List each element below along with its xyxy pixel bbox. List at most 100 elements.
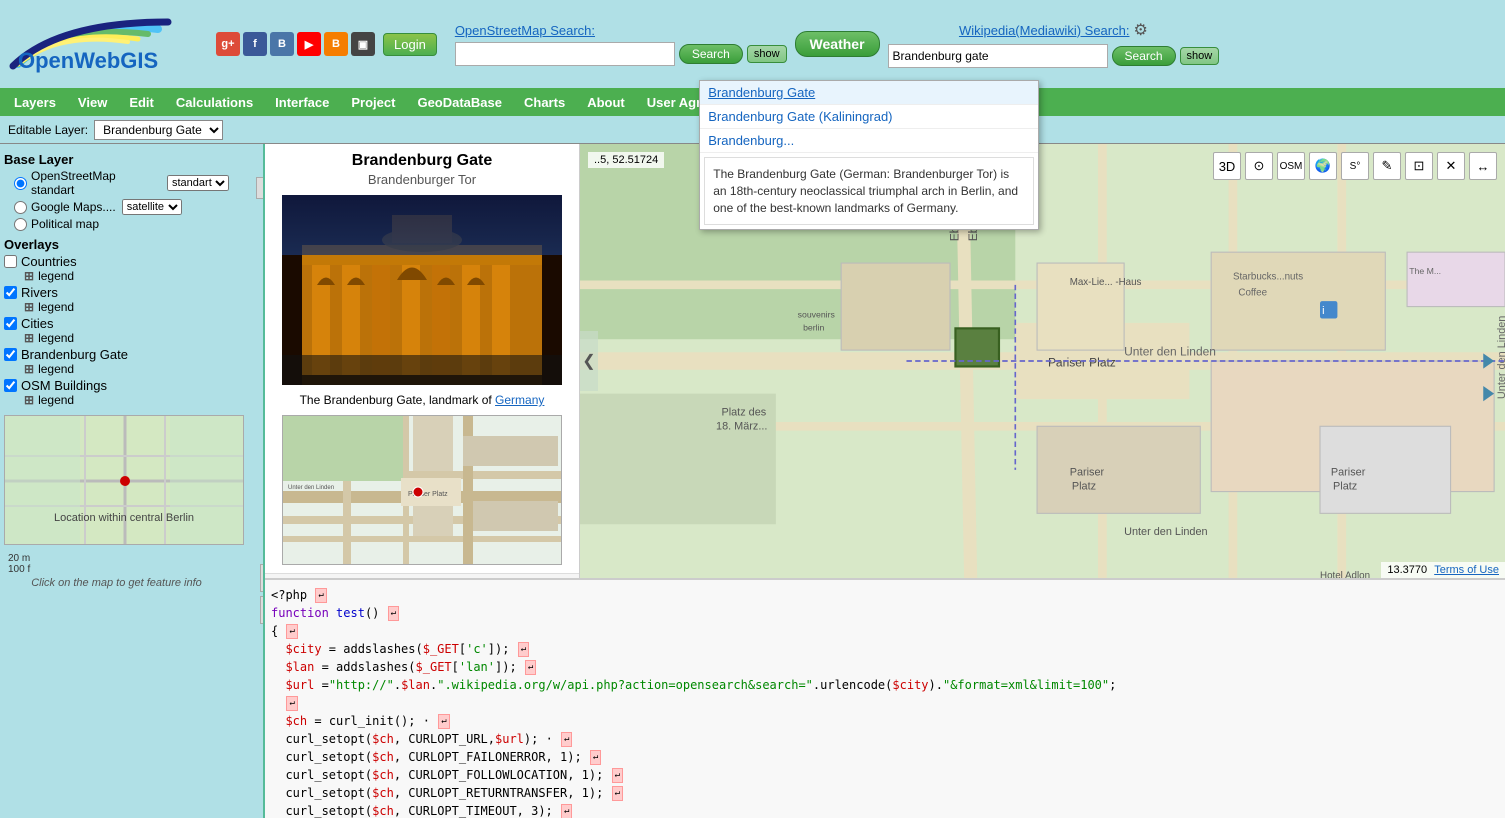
google-maps-select[interactable]: satellite — [122, 199, 182, 215]
nav-geodatabase[interactable]: GeoDataBase — [407, 91, 512, 114]
code-line-11: curl_setopt($ch, CURLOPT_FOLLOWLOCATION,… — [271, 766, 1499, 784]
wiki-search-label[interactable]: Wikipedia(Mediawiki) Search: — [959, 23, 1130, 38]
login-button[interactable]: Login — [383, 33, 437, 56]
google-maps-radio[interactable] — [14, 201, 27, 214]
rivers-legend[interactable]: ⊞ legend — [24, 300, 229, 314]
svg-text:...nuts: ...nuts — [1276, 271, 1303, 282]
map-and-info: Brandenburg Gate Brandenburger Tor — [265, 144, 1505, 818]
globe-button[interactable]: 🌍 — [1309, 152, 1337, 180]
gplus-icon[interactable]: g+ — [216, 32, 240, 56]
wiki-dropdown: Brandenburg Gate Brandenburg Gate (Kalin… — [699, 80, 1039, 230]
zoom-box-tool[interactable]: ⊡ — [260, 596, 265, 624]
wiki-result-2[interactable]: Brandenburg Gate (Kaliningrad) — [700, 105, 1038, 129]
nav-view[interactable]: View — [68, 91, 117, 114]
osmbuildings-checkbox[interactable] — [4, 379, 17, 392]
osm-search-input[interactable] — [455, 42, 675, 66]
cities-label[interactable]: Cities — [4, 316, 229, 331]
svg-text:Hotel Adlon: Hotel Adlon — [1320, 571, 1370, 578]
wiki-description: The Brandenburg Gate (German: Brandenbur… — [704, 157, 1034, 225]
weather-button[interactable]: Weather — [795, 31, 880, 57]
political-map-radio[interactable] — [14, 218, 27, 231]
rn-badge-7: ↵ — [286, 696, 297, 712]
wiki-search-input[interactable] — [888, 44, 1108, 68]
overlay-rivers: Rivers ⊞ legend — [4, 285, 229, 314]
close-button[interactable]: ✕ — [1437, 152, 1465, 180]
svg-text:Platz des: Platz des — [721, 406, 766, 418]
code-line-13: curl_setopt($ch, CURLOPT_TIMEOUT, 3); ↵ — [271, 802, 1499, 818]
rn-badge-13: ↵ — [561, 804, 572, 818]
code-line-1: <?php ↵ — [271, 586, 1499, 604]
political-map-option[interactable]: Political map — [14, 217, 229, 231]
nav-calculations[interactable]: Calculations — [166, 91, 263, 114]
wiki-search-area: Wikipedia(Mediawiki) Search: ⚙ Search sh… — [888, 20, 1220, 68]
gate-caption: The Brandenburg Gate, landmark of German… — [265, 393, 579, 407]
terms-link[interactable]: Terms of Use — [1434, 564, 1499, 576]
brandenburggate-checkbox[interactable] — [4, 348, 17, 361]
rivers-checkbox[interactable] — [4, 286, 17, 299]
svg-text:Starbucks: Starbucks — [1233, 271, 1277, 282]
overlay-brandenburggate: Brandenburg Gate ⊞ legend — [4, 347, 229, 376]
osm-standart-option[interactable]: OpenStreetMap standart standart — [14, 169, 229, 197]
osm-search-button[interactable]: Search — [679, 44, 743, 64]
vk-icon[interactable]: B — [270, 32, 294, 56]
resize-button[interactable]: ↔ — [1469, 152, 1497, 180]
nav-about[interactable]: About — [577, 91, 635, 114]
countries-legend[interactable]: ⊞ legend — [24, 269, 229, 283]
rn-badge-8: ↵ — [438, 714, 449, 730]
youtube-icon[interactable]: ▶ — [297, 32, 321, 56]
osm-standart-radio[interactable] — [14, 177, 27, 190]
editable-layer-select[interactable]: Brandenburg Gate Countries Rivers Cities — [94, 120, 223, 140]
wiki-result-3[interactable]: Brandenburg... — [700, 129, 1038, 153]
nav-layers[interactable]: Layers — [4, 91, 66, 114]
map-scroll-handle[interactable]: ❮ — [580, 331, 598, 391]
svg-text:berlin: berlin — [803, 323, 824, 333]
osm-show-button[interactable]: show — [747, 45, 787, 63]
3d-button[interactable]: 3D — [1213, 152, 1241, 180]
rn-badge-2: ↵ — [388, 606, 399, 622]
logo-area: OpenWebGIS — [8, 14, 198, 74]
wiki-result-1[interactable]: Brandenburg Gate — [700, 81, 1038, 105]
blogger-icon[interactable]: B — [324, 32, 348, 56]
svg-text:Platz: Platz — [1333, 480, 1357, 492]
facebook-icon[interactable]: f — [243, 32, 267, 56]
svg-text:souvenirs: souvenirs — [798, 309, 836, 319]
countries-label[interactable]: Countries — [4, 254, 229, 269]
extra-icon[interactable]: ▣ — [351, 32, 375, 56]
nav-interface[interactable]: Interface — [265, 91, 339, 114]
svg-text:Unter den Linden: Unter den Linden — [1124, 345, 1216, 359]
s-button[interactable]: S° — [1341, 152, 1369, 180]
nav-edit[interactable]: Edit — [119, 91, 164, 114]
target-button[interactable]: ⊙ — [1245, 152, 1273, 180]
code-panel[interactable]: <?php ↵ function test() ↵ { ↵ $city = ad… — [265, 578, 1505, 818]
rn-badge-5: ↵ — [525, 660, 536, 676]
osmbuildings-legend[interactable]: ⊞ legend — [24, 393, 229, 407]
cities-legend[interactable]: ⊞ legend — [24, 331, 229, 345]
brandenburggate-legend-icon: ⊞ — [24, 362, 34, 376]
osm-standart-select[interactable]: standart — [167, 175, 229, 191]
pan-tool[interactable]: ✋ — [260, 564, 265, 592]
countries-legend-icon: ⊞ — [24, 269, 34, 283]
cities-checkbox[interactable] — [4, 317, 17, 330]
gate-title: Brandenburg Gate — [265, 152, 579, 170]
wiki-search-button[interactable]: Search — [1112, 46, 1176, 66]
nav-project[interactable]: Project — [341, 91, 405, 114]
edit-button[interactable]: ✎ — [1373, 152, 1401, 180]
rivers-label[interactable]: Rivers — [4, 285, 229, 300]
germany-link[interactable]: Germany — [495, 393, 544, 407]
logo-text: OpenWebGIS — [18, 48, 158, 74]
brandenburggate-label[interactable]: Brandenburg Gate — [4, 347, 229, 362]
osm-button[interactable]: OSM — [1277, 152, 1305, 180]
settings-icon[interactable]: ⚙ — [1133, 20, 1147, 40]
google-maps-option[interactable]: Google Maps.... satellite — [14, 199, 229, 215]
nav-left[interactable]: ◄ — [256, 177, 265, 199]
box-button[interactable]: ⊡ — [1405, 152, 1433, 180]
rn-badge-4: ↵ — [518, 642, 529, 658]
wiki-show-button[interactable]: show — [1180, 47, 1220, 65]
countries-checkbox[interactable] — [4, 255, 17, 268]
osmbuildings-label[interactable]: OSM Buildings — [4, 378, 229, 393]
nav-charts[interactable]: Charts — [514, 91, 575, 114]
main-content: ▲ ◄ ● ► ▼ + − Base Layer OpenStreetMap s… — [0, 144, 1505, 818]
brandenburggate-legend[interactable]: ⊞ legend — [24, 362, 229, 376]
osm-search-label[interactable]: OpenStreetMap Search: — [455, 23, 595, 38]
svg-text:Unter den Linden: Unter den Linden — [1124, 526, 1207, 538]
